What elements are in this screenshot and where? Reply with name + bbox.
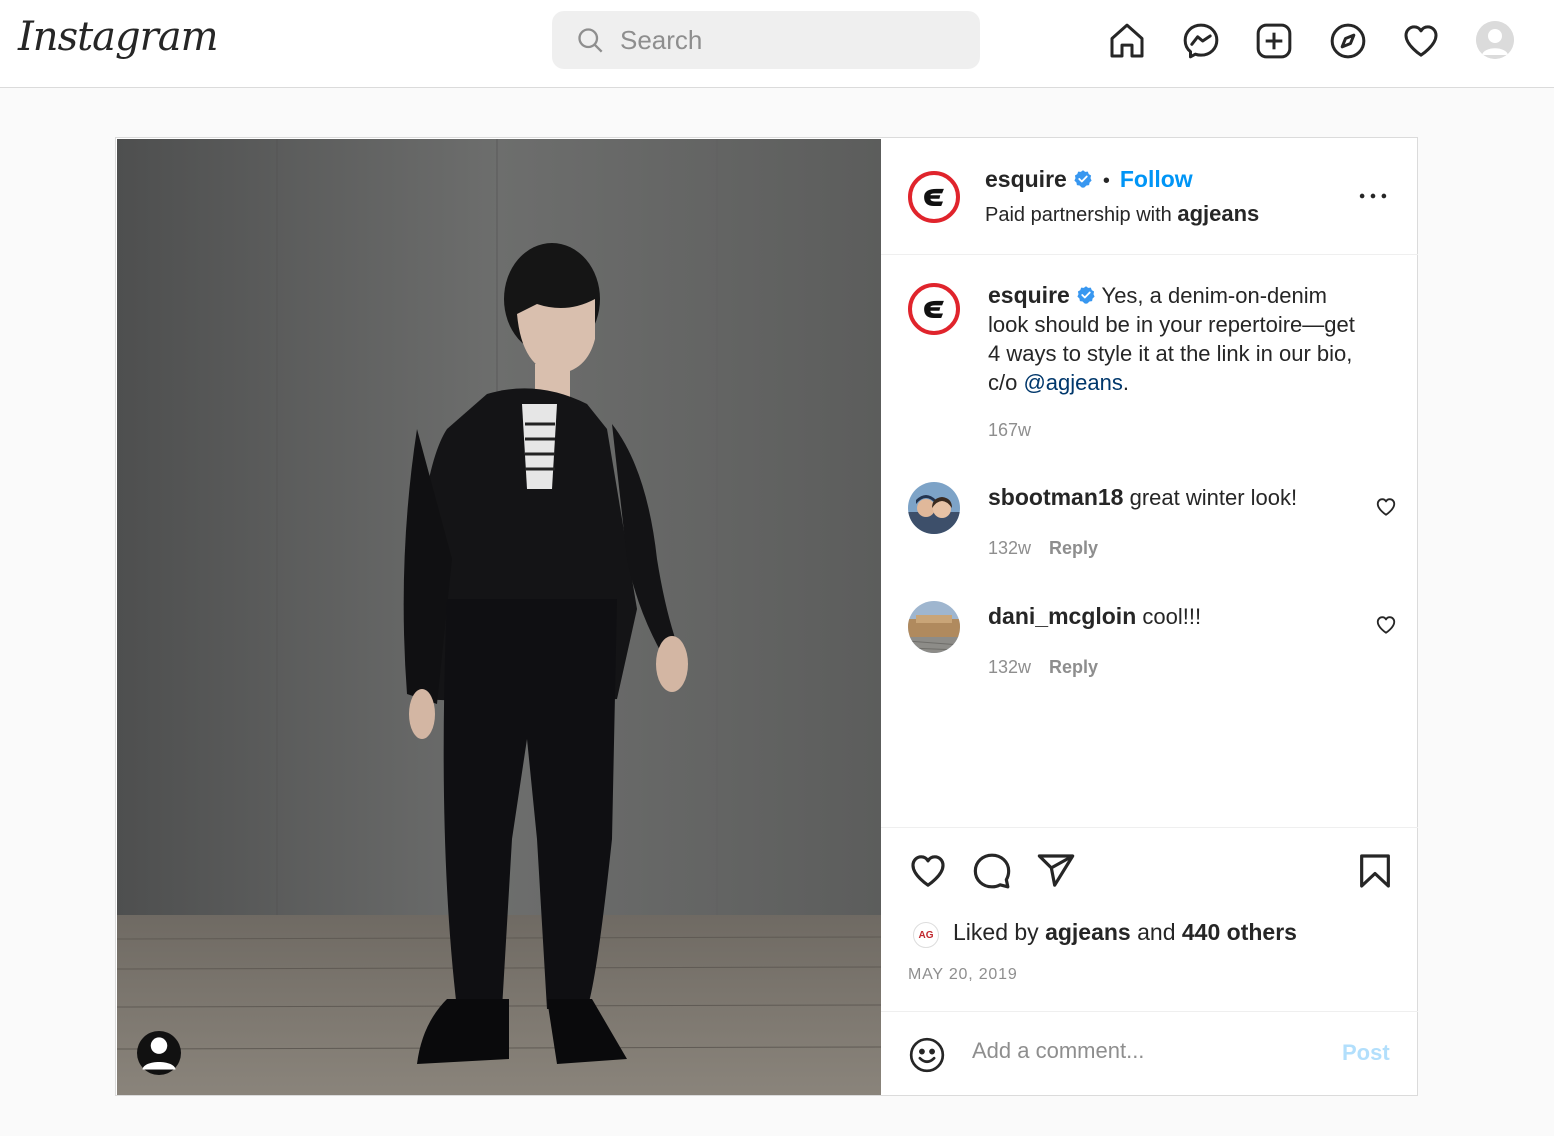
caption-end: . (1122, 370, 1129, 395)
reply-button[interactable]: Reply (1049, 538, 1098, 558)
verified-badge-icon (1077, 286, 1095, 304)
add-comment-bar: Post (881, 1011, 1418, 1095)
post-photo[interactable] (117, 139, 881, 1095)
post-header: esquire • Follow Paid partnership with agj… (881, 138, 1418, 255)
comment-text: sbootman18 great winter look! (988, 484, 1297, 511)
verified-badge-icon (1074, 170, 1092, 188)
comment-body: cool!!! (1136, 604, 1202, 629)
profile-avatar[interactable] (1476, 21, 1514, 59)
comment-like-heart-icon[interactable] (1375, 496, 1397, 518)
home-icon[interactable] (1106, 20, 1148, 62)
save-bookmark-icon[interactable] (1355, 851, 1395, 891)
likes-others-count[interactable]: 440 others (1182, 919, 1297, 945)
commenter-avatar[interactable] (908, 482, 960, 534)
partnership-label: Paid partnership with (985, 204, 1172, 226)
activity-heart-icon[interactable] (1400, 20, 1442, 62)
explore-icon[interactable] (1327, 20, 1369, 62)
esquire-logo-icon (924, 188, 944, 206)
comment-input[interactable] (972, 1038, 1312, 1064)
comment-time[interactable]: 132w (988, 538, 1031, 558)
esquire-avatar[interactable] (908, 171, 960, 223)
search-bar[interactable] (552, 11, 980, 69)
comment-bubble-icon[interactable] (972, 851, 1012, 891)
comment-text: dani_mcgloin cool!!! (988, 603, 1201, 630)
comment-username[interactable]: dani_mcgloin (988, 603, 1136, 629)
separator-dot: • (1102, 170, 1110, 192)
messenger-icon[interactable] (1180, 20, 1222, 62)
comment-meta: 132w Reply (988, 538, 1098, 559)
search-icon (578, 28, 603, 53)
instagram-logo[interactable]: Instagram (18, 14, 219, 60)
likes-prefix: Liked by (953, 919, 1046, 945)
comment-like-heart-icon[interactable] (1375, 614, 1397, 636)
new-post-icon[interactable] (1253, 20, 1295, 62)
author-username[interactable]: esquire (985, 166, 1067, 192)
liker-avatar[interactable]: AG (913, 922, 939, 948)
comment-time[interactable]: 132w (988, 657, 1031, 677)
comment-body: great winter look! (1123, 485, 1298, 510)
actions-divider (881, 827, 1418, 828)
caption-username[interactable]: esquire (988, 282, 1070, 308)
reply-button[interactable]: Reply (1049, 657, 1098, 677)
post-comment-button[interactable]: Post (1342, 1040, 1390, 1066)
partner-username[interactable]: agjeans (1177, 201, 1259, 226)
caption-avatar[interactable] (908, 283, 960, 335)
like-heart-icon[interactable] (908, 851, 948, 891)
share-paper-plane-icon[interactable] (1036, 851, 1076, 891)
person-icon (142, 1037, 176, 1070)
post-card: esquire • Follow Paid partnership with agj… (115, 137, 1418, 1096)
post-caption: esquire Yes, a denim-on-denim look shoul… (988, 281, 1358, 397)
esquire-logo-icon (924, 300, 944, 318)
comment-meta: 132w Reply (988, 657, 1098, 678)
likes-summary[interactable]: Liked by agjeans and 440 others (953, 919, 1297, 946)
top-navbar: Instagram (0, 0, 1554, 88)
more-options-icon[interactable] (1355, 182, 1391, 210)
follow-button[interactable]: Follow (1120, 166, 1193, 192)
tagged-users-button[interactable] (137, 1031, 181, 1075)
commenter-avatar[interactable] (908, 601, 960, 653)
liker-username[interactable]: agjeans (1045, 919, 1131, 945)
search-input[interactable] (620, 24, 920, 56)
likes-middle: and (1130, 919, 1182, 945)
caption-mention-link[interactable]: @agjeans (1023, 370, 1122, 395)
comment-username[interactable]: sbootman18 (988, 484, 1123, 510)
caption-timestamp[interactable]: 167w (988, 420, 1031, 441)
emoji-smiley-icon[interactable] (908, 1036, 946, 1074)
post-side-panel: esquire • Follow Paid partnership with agj… (881, 138, 1418, 1095)
post-date[interactable]: MAY 20, 2019 (908, 966, 1018, 984)
